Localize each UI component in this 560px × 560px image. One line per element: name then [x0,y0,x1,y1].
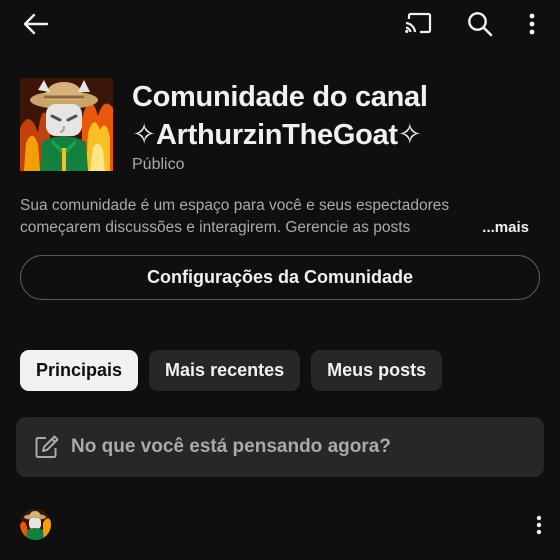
back-button[interactable] [18,6,54,42]
post-input[interactable] [71,436,511,458]
community-title-line2: ✧ArthurzinTheGoat✧ [132,119,422,151]
tab-mais-recentes[interactable]: Mais recentes [149,350,301,391]
channel-avatar [20,509,51,540]
privacy-label: Público [132,156,185,173]
cast-icon [405,12,432,34]
search-icon [468,12,493,37]
post-overflow-button[interactable] [526,510,552,540]
top-app-bar [0,0,560,48]
community-avatar[interactable] [20,78,113,171]
community-description[interactable]: Sua comunidade é um espaço para você e s… [20,195,545,239]
description-line1: Sua comunidade é um espaço para você e s… [20,197,450,214]
tab-principais[interactable]: Principais [20,350,139,391]
description-more[interactable]: ...mais [458,217,529,239]
community-title-line1: Comunidade do canal [132,81,428,113]
community-settings-button[interactable]: Configurações da Comunidade [20,255,540,300]
more-vertical-icon [536,515,542,535]
post-author-avatar[interactable] [20,509,51,540]
more-vertical-icon [529,13,535,35]
cast-button[interactable] [398,6,438,42]
channel-avatar-image [20,78,113,171]
edit-icon [33,433,61,461]
page-title: Comunidade do canal ✧ArthurzinTheGoat✧ [132,78,542,154]
filter-tabs: Principais Mais recentes Meus posts [20,350,443,391]
post-composer[interactable] [16,417,544,477]
tab-meus-posts[interactable]: Meus posts [311,350,443,391]
overflow-menu-button[interactable] [516,6,548,42]
arrow-left-icon [23,13,49,35]
search-button[interactable] [460,4,500,44]
more-link[interactable]: ...mais [482,219,529,236]
community-header: Comunidade do canal ✧ArthurzinTheGoat✧ P… [20,78,550,178]
